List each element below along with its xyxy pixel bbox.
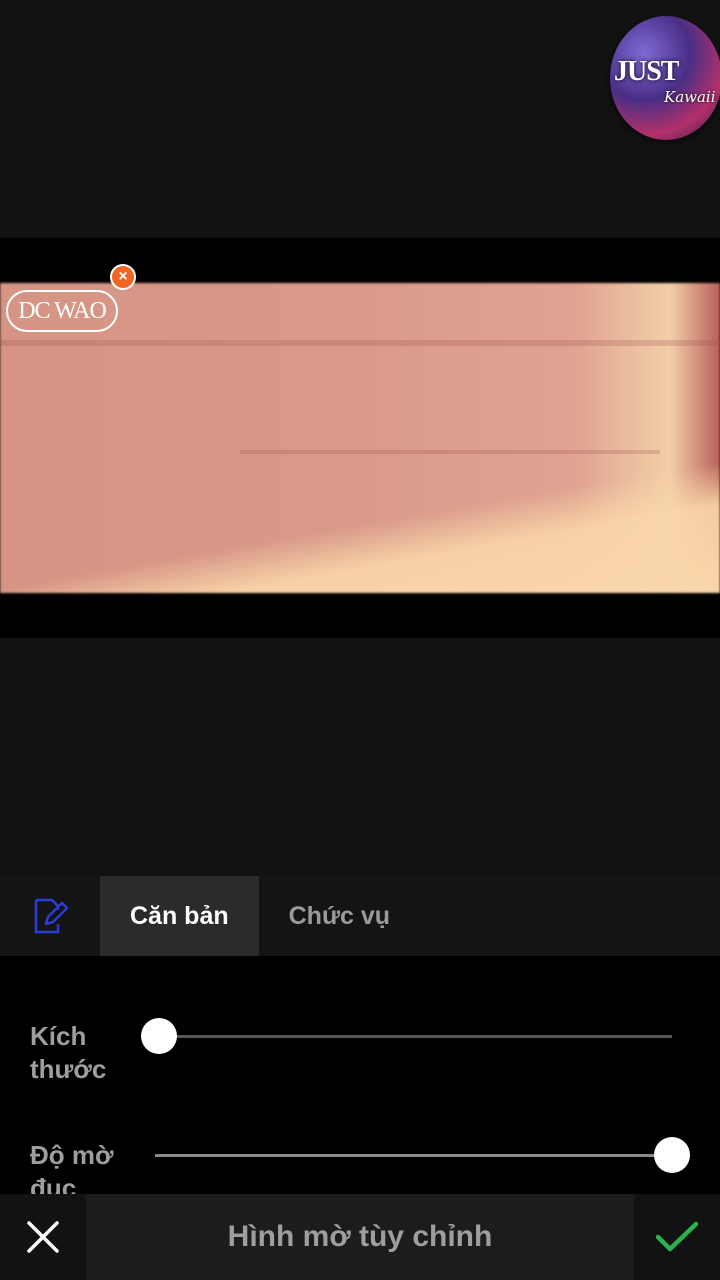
tab-edit[interactable] bbox=[0, 876, 100, 956]
check-icon bbox=[655, 1221, 699, 1252]
size-slider-track[interactable] bbox=[160, 1035, 672, 1038]
top-canvas-area bbox=[0, 0, 720, 238]
edit-icon bbox=[34, 898, 68, 934]
confirm-button[interactable] bbox=[634, 1194, 720, 1280]
size-slider-thumb[interactable] bbox=[141, 1018, 177, 1054]
preview-image bbox=[0, 283, 720, 593]
bottom-action-bar: Hình mờ tùy chỉnh bbox=[0, 1194, 720, 1280]
controls-panel: Kích thước Độ mờ đục bbox=[0, 956, 720, 1194]
preview-image-detail bbox=[240, 450, 660, 454]
opacity-label: Độ mờ đục bbox=[30, 1140, 114, 1194]
mid-canvas-area bbox=[0, 638, 720, 876]
opacity-slider-track[interactable] bbox=[155, 1154, 672, 1157]
close-icon bbox=[27, 1221, 59, 1253]
tab-basic-label: Căn bản bbox=[130, 901, 229, 930]
tab-basic[interactable]: Căn bản bbox=[100, 876, 259, 956]
watermark-remove-button[interactable]: × bbox=[110, 264, 136, 290]
tab-bar: Căn bản Chức vụ bbox=[0, 876, 720, 956]
close-icon: × bbox=[118, 268, 128, 285]
tab-position-label: Chức vụ bbox=[288, 901, 391, 930]
preview-image-detail bbox=[0, 340, 720, 346]
tab-position[interactable]: Chức vụ bbox=[259, 876, 420, 956]
watermark-overlay[interactable]: DC WAO bbox=[6, 290, 118, 332]
floating-avatar-bubble[interactable]: JUST Kawaii bbox=[610, 16, 720, 140]
avatar-subtext: Kawaii bbox=[664, 88, 716, 106]
opacity-slider-thumb[interactable] bbox=[654, 1137, 690, 1173]
cancel-button[interactable] bbox=[0, 1194, 86, 1280]
page-title: Hình mờ tùy chỉnh bbox=[227, 1220, 493, 1253]
avatar-text: JUST bbox=[614, 56, 679, 87]
size-label: Kích thước bbox=[30, 1021, 107, 1084]
watermark-text: DC WAO bbox=[18, 297, 107, 324]
